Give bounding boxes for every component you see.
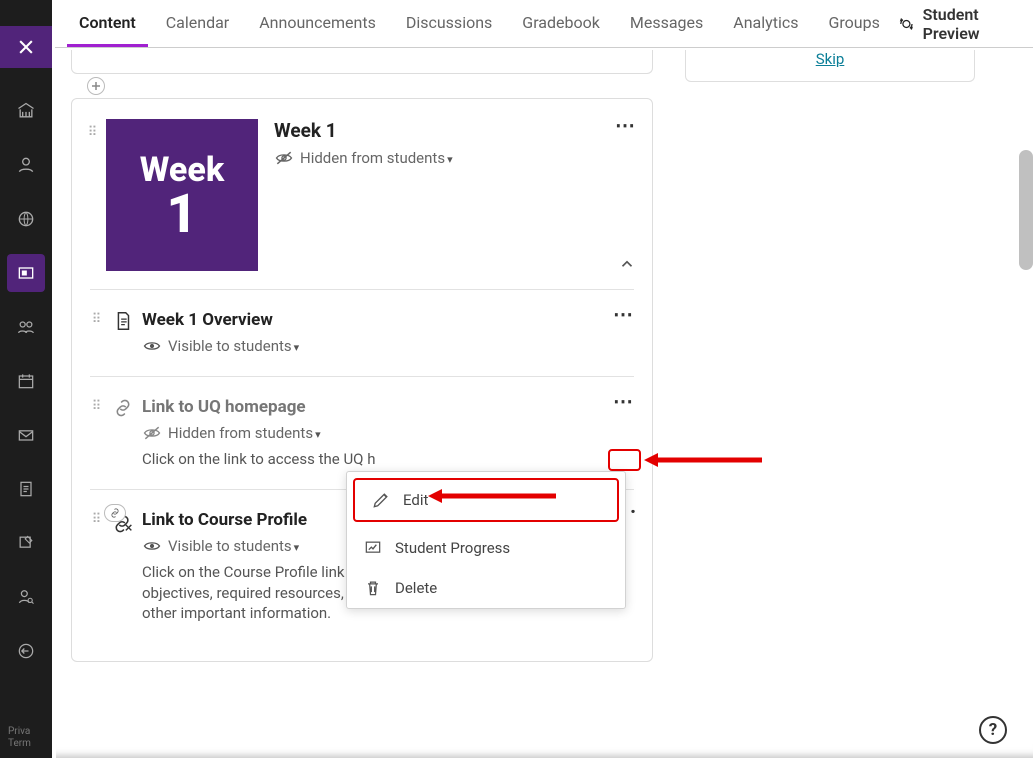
document-icon (110, 310, 136, 356)
tab-messages[interactable]: Messages (618, 1, 715, 47)
rail-profile[interactable] (7, 146, 45, 184)
close-panel-button[interactable] (0, 26, 52, 68)
module-title[interactable]: Week 1 (274, 119, 634, 142)
item-more-button[interactable]: ⋯ (613, 389, 634, 413)
item-visibility-toggle[interactable]: Hidden from students (142, 423, 634, 443)
vertical-scrollbar[interactable] (1019, 150, 1033, 270)
rail-organizations[interactable] (7, 308, 45, 346)
rail-messages[interactable] (7, 416, 45, 454)
progress-icon (363, 538, 383, 558)
pencil-icon (371, 490, 391, 510)
item-description: Click on the link to access the UQ h (142, 449, 634, 469)
menu-delete-label: Delete (395, 579, 437, 597)
module-collapse-button[interactable] (618, 255, 636, 277)
previous-module-stub (71, 50, 653, 74)
help-button[interactable]: ? (979, 716, 1007, 744)
student-preview-button[interactable]: Student Preview (898, 5, 1021, 43)
tab-groups[interactable]: Groups (816, 1, 891, 47)
content-item-overview: ⠿ Week 1 Overview Visible to students ⋯ (90, 289, 634, 376)
context-menu: Edit Student Progress Delete (346, 471, 626, 609)
footer-privacy[interactable]: Priva (8, 726, 31, 738)
item-more-button[interactable]: . (630, 494, 636, 518)
rail-admin[interactable] (7, 578, 45, 616)
student-preview-label: Student Preview (923, 5, 1021, 43)
right-panel-stub: Skip (685, 50, 975, 82)
item-more-button[interactable]: ⋯ (613, 302, 634, 326)
item-visibility-label: Visible to students (168, 337, 299, 355)
tab-analytics[interactable]: Analytics (721, 1, 810, 47)
item-visibility-label: Hidden from students (168, 424, 321, 442)
link-badge-icon (109, 507, 121, 519)
menu-edit-label: Edit (403, 491, 428, 509)
menu-item-student-progress[interactable]: Student Progress (347, 528, 625, 568)
rail-footer: Priva Term (8, 726, 31, 750)
menu-item-delete[interactable]: Delete (347, 568, 625, 608)
visible-icon (142, 536, 162, 556)
student-preview-icon (898, 14, 915, 34)
calendar-icon (16, 371, 36, 391)
rail-institution[interactable] (7, 92, 45, 130)
people-icon (16, 317, 36, 337)
item-title[interactable]: Link to UQ homepage (142, 397, 634, 417)
course-tabs: Content Calendar Announcements Discussio… (55, 0, 1033, 48)
person-icon (16, 155, 36, 175)
document-icon (16, 479, 36, 499)
rail-signout[interactable] (7, 632, 45, 670)
institution-icon (16, 101, 36, 121)
hidden-icon (274, 148, 294, 168)
rail-activity[interactable] (7, 200, 45, 238)
globe-icon (16, 209, 36, 229)
edit-square-icon (16, 533, 36, 553)
rail-courses[interactable] (7, 254, 45, 292)
visible-icon (142, 336, 162, 356)
add-content-button[interactable] (87, 77, 105, 95)
link-bookmark-icon (110, 510, 136, 623)
skip-link[interactable]: Skip (816, 50, 845, 68)
tab-content[interactable]: Content (67, 1, 148, 47)
plus-icon (91, 81, 101, 91)
tab-gradebook[interactable]: Gradebook (510, 1, 612, 47)
mail-icon (16, 425, 36, 445)
rail-calendar[interactable] (7, 362, 45, 400)
trash-icon (363, 578, 383, 598)
footer-terms[interactable]: Term (8, 738, 31, 750)
module-visibility-toggle[interactable]: Hidden from students (274, 148, 634, 168)
tab-discussions[interactable]: Discussions (394, 1, 504, 47)
item-visibility-toggle[interactable]: Visible to students (142, 336, 634, 356)
thumb-line2: 1 (166, 190, 197, 240)
link-icon (110, 397, 136, 469)
tab-announcements[interactable]: Announcements (247, 1, 388, 47)
help-label: ? (989, 720, 997, 740)
hidden-icon (142, 423, 162, 443)
item-visibility-label: Visible to students (168, 537, 299, 555)
callout-arrow-more (644, 448, 764, 472)
drag-handle[interactable]: ⠿ (90, 310, 104, 356)
signout-icon (16, 641, 36, 661)
item-title[interactable]: Week 1 Overview (142, 310, 634, 330)
left-nav-rail: Priva Term (0, 0, 52, 758)
person-search-icon (16, 587, 36, 607)
rail-grades[interactable] (7, 470, 45, 508)
rail-tools[interactable] (7, 524, 45, 562)
module-more-button[interactable]: ⋯ (615, 113, 636, 137)
module-thumbnail: Week 1 (106, 119, 258, 271)
courses-icon (16, 263, 36, 283)
drag-handle[interactable]: ⠿ (90, 510, 104, 623)
chevron-up-icon (618, 255, 636, 273)
bottom-shadow (56, 744, 1033, 758)
menu-progress-label: Student Progress (395, 539, 510, 557)
module-visibility-label: Hidden from students (300, 149, 453, 167)
drag-handle[interactable]: ⠿ (90, 397, 104, 469)
menu-item-edit[interactable]: Edit (353, 478, 619, 522)
close-icon (16, 37, 36, 57)
tab-calendar[interactable]: Calendar (154, 1, 241, 47)
drag-handle[interactable]: ⠿ (86, 119, 100, 271)
